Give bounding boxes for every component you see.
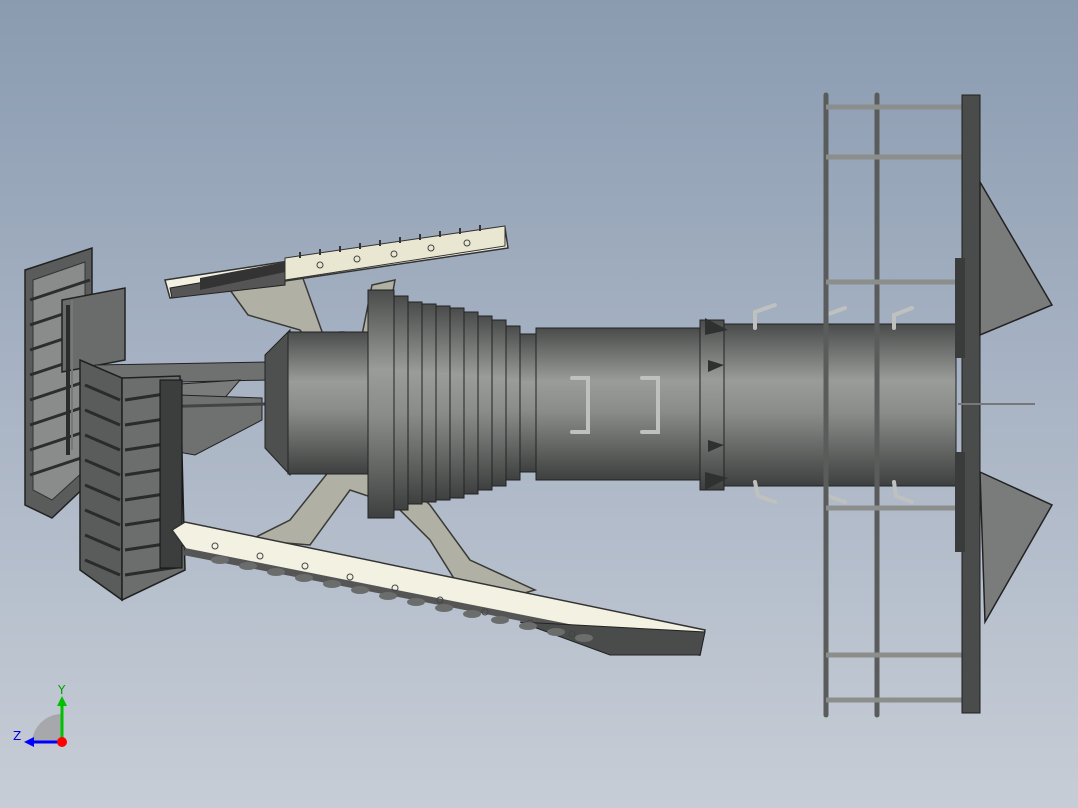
z-axis-arrow (24, 737, 34, 747)
y-axis-label: Y (57, 684, 66, 697)
front-grating-frame[interactable] (79, 358, 186, 602)
triad-origin (57, 737, 67, 747)
3d-model-view[interactable] (0, 0, 1078, 808)
triad-rotation-indicator (32, 713, 62, 742)
upper-panel-rail[interactable] (164, 225, 509, 299)
main-fuselage[interactable] (264, 289, 957, 519)
orientation-triad[interactable]: Y Z (10, 684, 80, 754)
graphics-viewport[interactable]: Y Z (0, 0, 1078, 808)
right-cones (979, 179, 1054, 625)
z-axis-label: Z (13, 729, 21, 743)
y-axis-arrow (57, 696, 67, 706)
ribbed-section (367, 289, 537, 519)
